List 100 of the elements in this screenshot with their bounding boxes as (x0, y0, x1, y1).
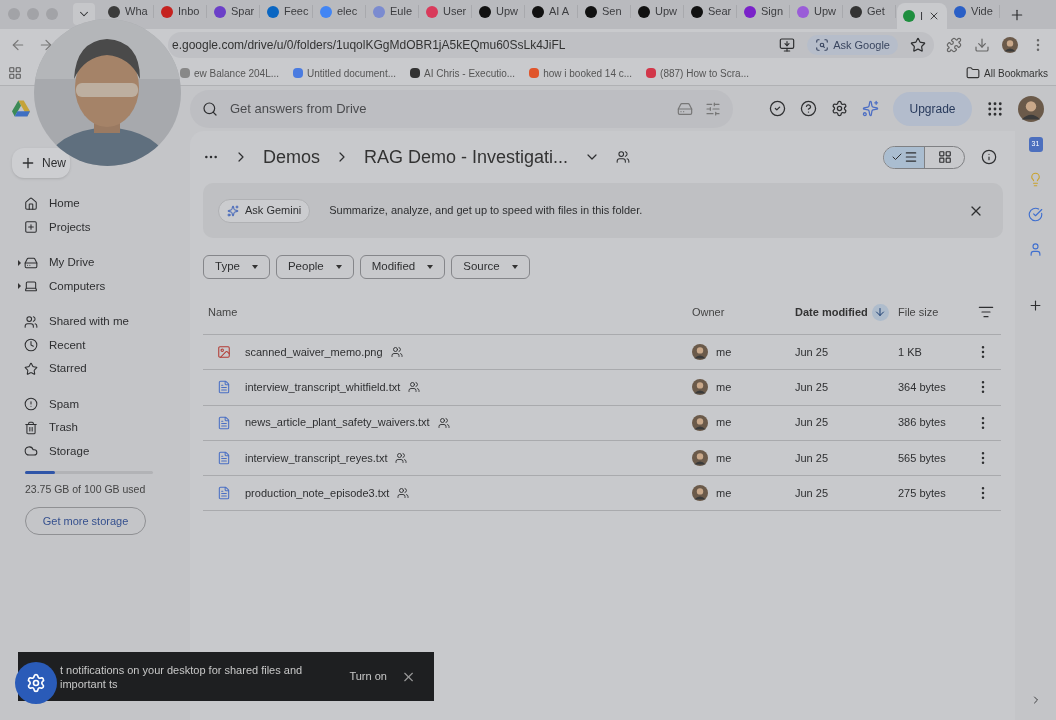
sidebar-label: Trash (49, 420, 78, 436)
browser-tab[interactable]: I (897, 3, 947, 29)
sidebar-item[interactable]: Recent (12, 333, 178, 357)
tab-title: User (443, 5, 467, 18)
new-button[interactable]: New (12, 148, 70, 178)
settings-icon[interactable] (831, 100, 848, 117)
bookmark[interactable]: (887) How to Scra... (646, 65, 749, 81)
bookmark-title: AI Chris - Executio... (424, 66, 516, 81)
modified-date: Jun 25 (795, 450, 830, 466)
all-bookmarks[interactable]: All Bookmarks (966, 65, 1048, 81)
person-icon[interactable] (1028, 242, 1043, 257)
home-icon (24, 196, 38, 211)
apps-icon[interactable] (8, 66, 22, 80)
file-row[interactable]: interview_transcript_whitfield.txt me Jun 25 364 bytes (203, 370, 1001, 406)
bookmark[interactable]: how i booked 14 c... (529, 65, 633, 81)
breadcrumb-item[interactable]: RAG Demo - Investigati... (364, 143, 569, 171)
column-header[interactable]: File size (898, 303, 939, 321)
list-icon (903, 150, 918, 164)
sort-options-icon[interactable] (978, 304, 994, 320)
sidebar-label: Home (49, 196, 80, 212)
filter-chip[interactable]: Modified (359, 255, 446, 279)
check-icon (890, 151, 903, 163)
sidebar-label: Projects (49, 219, 91, 235)
bookmark[interactable]: Untitled document... (293, 65, 396, 81)
browser-tab[interactable]: Wha (102, 5, 154, 18)
trash-icon (24, 420, 38, 435)
breadcrumb-item[interactable]: Demos (263, 143, 320, 171)
sidebar-item[interactable]: Shared with me (12, 310, 178, 334)
browser-tab[interactable]: elec (314, 5, 366, 18)
sidebar-item[interactable]: Starred (12, 357, 178, 381)
profile-avatar (1002, 37, 1018, 53)
browser-tab[interactable]: AI A (526, 5, 578, 18)
filter-chip[interactable]: Type (203, 255, 270, 279)
search-field[interactable]: Get answers from Drive (230, 98, 665, 119)
sidebar-item[interactable]: My Drive (12, 251, 178, 275)
modified-date: Jun 25 (795, 415, 830, 431)
install-icon[interactable] (779, 37, 796, 53)
help-icon[interactable] (800, 100, 817, 117)
modified-date: Jun 25 (795, 380, 830, 396)
ask-gemini-button[interactable]: Ask Gemini (218, 198, 311, 223)
browser-tab[interactable]: User (420, 5, 472, 18)
ask-google-button[interactable]: Ask Google (807, 35, 898, 55)
sidebar-item[interactable]: Storage (12, 439, 178, 463)
browser-tab[interactable]: Vide (948, 5, 1000, 18)
sidebar-label: Shared with me (49, 314, 129, 330)
browser-tab[interactable]: Sen (579, 5, 631, 18)
apps-icon[interactable] (986, 99, 1004, 118)
clock-icon (24, 338, 38, 353)
browser-tab[interactable]: Upw (791, 5, 843, 18)
sidebar-item[interactable]: Computers (12, 274, 178, 298)
browser-tab[interactable]: Eule (367, 5, 419, 18)
image-file-icon (217, 345, 231, 360)
filter-chip[interactable]: People (275, 255, 354, 279)
sidebar-item[interactable]: Trash (12, 416, 178, 440)
browser-tab[interactable]: Upw (632, 5, 684, 18)
column-header[interactable]: Name (208, 303, 238, 321)
file-row[interactable]: scanned_waiver_memo.png me Jun 25 1 KB (203, 335, 1001, 371)
grid-icon (937, 150, 952, 164)
address-bar[interactable]: e.google.com/drive/u/0/folders/1uqolKGgMdOBR1jA5kEQmu60SsLk4JiFL Ask Google (168, 32, 934, 58)
browser-tab[interactable]: Spar (208, 5, 260, 18)
browser-tab[interactable]: Get (844, 5, 896, 18)
star-icon[interactable] (910, 37, 926, 53)
search-bar[interactable]: Get answers from Drive (190, 89, 733, 128)
column-header[interactable]: Date modified (795, 303, 868, 321)
laptop-icon (24, 279, 38, 294)
sidebar-item[interactable]: Home (12, 192, 178, 216)
bookmark[interactable]: AI Chris - Executio... (410, 65, 516, 81)
browser-tab[interactable]: Upw (473, 5, 525, 18)
extensions-icon[interactable] (946, 37, 962, 53)
browser-tab[interactable]: Sear (685, 5, 737, 18)
sidebar-item[interactable]: Spam (12, 392, 178, 416)
tab-title: Spar (231, 5, 255, 18)
sidebar-item[interactable]: Projects (12, 215, 178, 239)
alert-icon (24, 397, 38, 412)
browser-tab[interactable]: Inbo (155, 5, 207, 18)
info-icon[interactable] (981, 149, 997, 165)
file-row[interactable]: interview_transcript_reyes.txt me Jun 25 565 bytes (203, 440, 1001, 477)
shared-icon (616, 150, 631, 164)
list-view-button[interactable] (884, 146, 924, 168)
owner-avatar (692, 414, 708, 431)
download-icon[interactable] (974, 37, 990, 53)
turn-on-button[interactable]: Turn on (349, 668, 387, 685)
tab-title: Upw (655, 5, 677, 18)
owner-avatar (692, 485, 708, 502)
expand-arrow-icon (18, 283, 21, 290)
browser-tab[interactable]: Feec (261, 5, 313, 18)
column-header[interactable]: Owner (692, 303, 725, 321)
tab-title: Sen (602, 5, 622, 18)
file-name: scanned_waiver_memo.png (245, 344, 383, 360)
new-tab-icon[interactable] (1009, 7, 1025, 23)
upgrade-button[interactable]: Upgrade (893, 91, 972, 126)
bookmark[interactable]: ew Balance 204L... (180, 65, 280, 81)
browser-tab[interactable]: Sign (738, 5, 790, 18)
filter-chip[interactable]: Source (451, 255, 530, 279)
add-icon[interactable] (1028, 298, 1043, 313)
tasks-icon[interactable] (1028, 207, 1043, 222)
file-row[interactable]: production_note_episode3.txt me Jun 25 275 bytes (203, 476, 1001, 512)
assistant-button[interactable] (15, 662, 57, 704)
file-row[interactable]: news_article_plant_safety_waivers.txt me Jun 25 386 bytes (203, 405, 1001, 441)
sparkle-icon[interactable] (862, 100, 879, 117)
